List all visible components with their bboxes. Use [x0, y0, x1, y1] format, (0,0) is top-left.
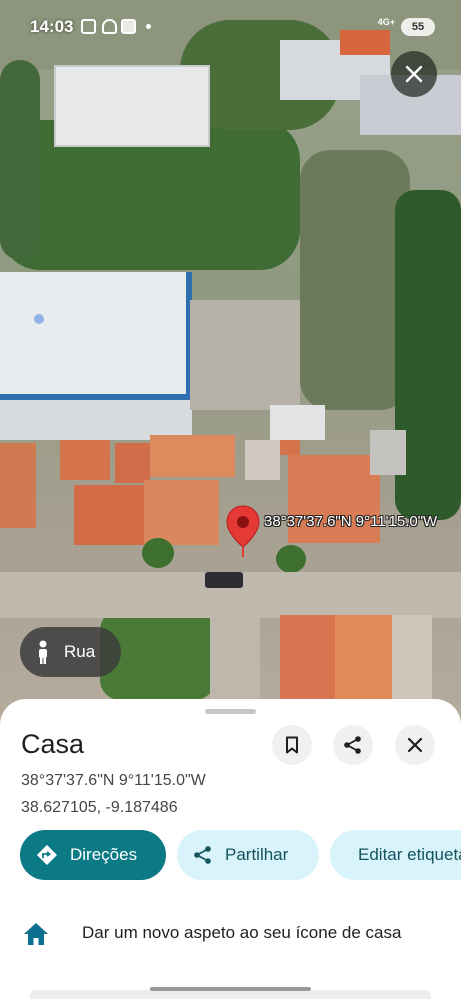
location-pin-icon[interactable]: [226, 505, 260, 557]
share-icon: [194, 846, 211, 864]
street-view-button[interactable]: Rua: [20, 627, 121, 677]
close-icon: [407, 737, 423, 753]
screenshot-icon: [81, 19, 96, 34]
drag-handle[interactable]: [205, 709, 256, 714]
network-indicator: 4G+: [377, 17, 395, 27]
save-icon: [286, 736, 298, 754]
directions-label: Direções: [70, 845, 138, 864]
close-icon: [405, 65, 423, 83]
share-icon: [344, 736, 361, 754]
street-view-label: Rua: [64, 642, 96, 661]
save-button[interactable]: [272, 725, 312, 765]
home-icon-tip-row[interactable]: Dar um novo aspeto ao seu ícone de casa: [0, 912, 461, 956]
gesture-navigation-bar[interactable]: [150, 987, 311, 991]
share-label: Partilhar: [225, 845, 289, 864]
map-close-button[interactable]: [391, 51, 437, 97]
coordinates-dms: 38°37'37.6"N 9°11'15.0"W: [21, 772, 206, 789]
status-time: 14:03: [30, 17, 74, 36]
close-sheet-button[interactable]: [395, 725, 435, 765]
pin-coordinates-label: 38°37'37.6"N 9°11'15.0"W: [264, 513, 438, 530]
home-icon: [24, 923, 48, 945]
edit-label-text: Editar etiqueta: [358, 845, 461, 864]
status-bar: 14:03 4G+ 55: [0, 0, 461, 50]
share-chip-button[interactable]: Partilhar: [177, 830, 319, 880]
place-title: Casa: [21, 729, 85, 759]
directions-icon: [37, 845, 57, 865]
app-notification-icon: [121, 19, 136, 34]
edit-label-button[interactable]: Editar etiqueta: [330, 830, 461, 880]
battery-indicator: 55: [401, 18, 435, 36]
home-icon-tip-text: Dar um novo aspeto ao seu ícone de casa: [82, 923, 402, 942]
bottom-card-peek: [30, 990, 431, 999]
pegman-icon: [39, 640, 47, 664]
dot-icon: [146, 24, 151, 29]
share-button[interactable]: [333, 725, 373, 765]
coordinates-decimal: 38.627105, -9.187486: [21, 799, 178, 816]
directions-button[interactable]: Direções: [20, 830, 166, 880]
place-bottom-sheet[interactable]: Casa 38°37'37.6"N 9°11'15.0"W 38.627105,…: [0, 699, 461, 999]
notification-bell-icon: [102, 19, 117, 34]
